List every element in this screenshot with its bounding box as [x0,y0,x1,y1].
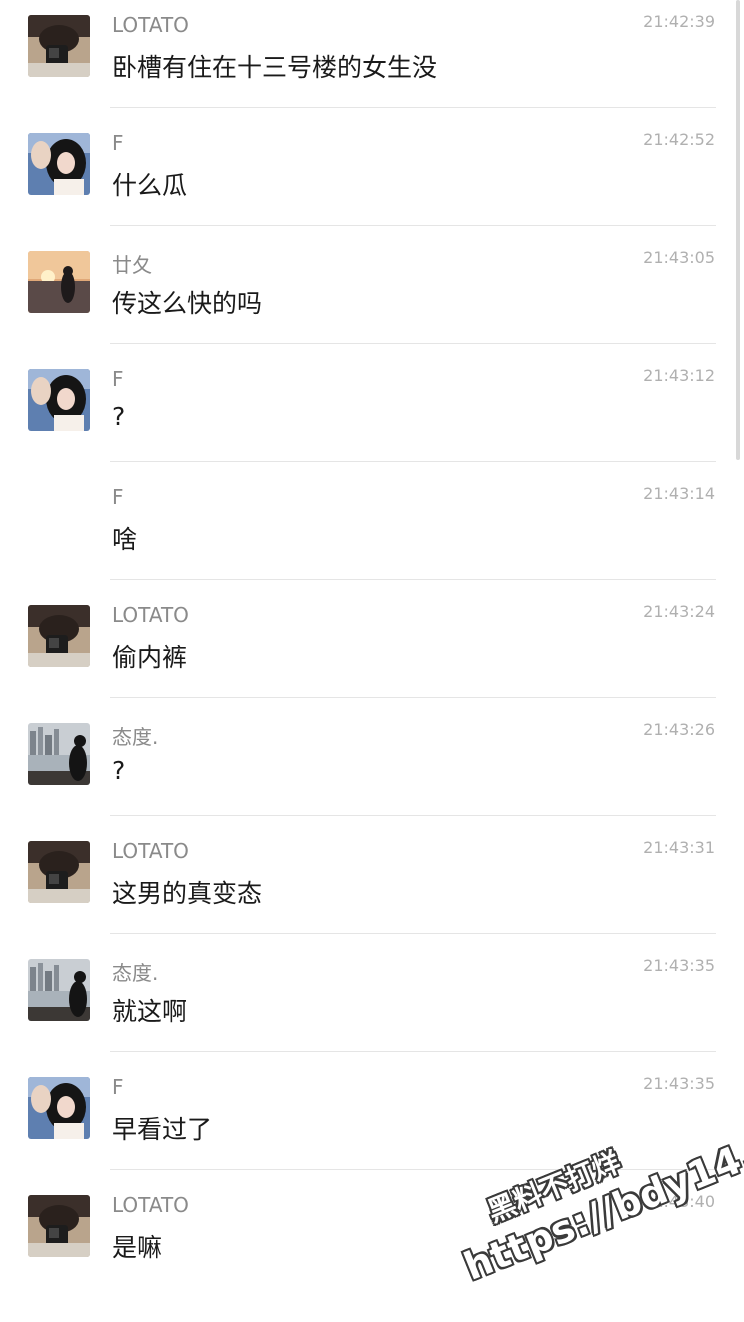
message-time: 21:43:35 [643,1074,715,1093]
message-row[interactable]: F 21:43:35 早看过了 [0,1062,744,1180]
message-row[interactable]: F 21:42:52 什么瓜 [0,118,744,236]
message-text: 早看过了 [112,1115,213,1144]
message-text: 啥 [112,525,138,554]
sender-name: LOTATO [112,839,189,863]
message-row[interactable]: LOTATO 21:42:39 卧槽有住在十三号楼的女生没 [0,0,744,118]
avatar-f[interactable] [28,369,90,431]
sender-name: 态度. [112,725,159,749]
message-row[interactable]: F 21:43:14 啥 [0,472,744,590]
message-row[interactable]: F 21:43:12 ? [0,354,744,472]
row-divider [110,579,716,580]
avatar-lotato[interactable] [28,605,90,667]
message-time: 21:43:05 [643,248,715,267]
row-divider [110,461,716,462]
row-divider [110,107,716,108]
avatar-f[interactable] [28,1077,90,1139]
message-time: 21:43:40 [643,1192,715,1211]
message-time: 21:43:14 [643,484,715,503]
message-text: 偷内裤 [112,643,188,672]
avatar-f[interactable] [28,133,90,195]
message-row[interactable]: 态度. 21:43:35 就这啊 [0,944,744,1062]
avatar-lotato[interactable] [28,841,90,903]
message-text: 传这么快的吗 [112,289,263,318]
message-row[interactable]: LOTATO 21:43:31 这男的真变态 [0,826,744,944]
message-time: 21:43:31 [643,838,715,857]
row-divider [110,815,716,816]
message-row[interactable]: 廿夂 21:43:05 传这么快的吗 [0,236,744,354]
avatar-sunset[interactable] [28,251,90,313]
message-text: 是嘛 [112,1233,163,1262]
sender-name: LOTATO [112,603,189,627]
sender-name: 态度. [112,961,159,985]
message-text: 就这啊 [112,997,188,1026]
message-row[interactable]: LOTATO 21:43:24 偷内裤 [0,590,744,708]
message-text: 这男的真变态 [112,879,263,908]
scrollbar[interactable] [736,0,740,460]
message-row[interactable]: 态度. 21:43:26 ? [0,708,744,826]
message-time: 21:43:26 [643,720,715,739]
message-time: 21:43:24 [643,602,715,621]
sender-name: LOTATO [112,13,189,37]
sender-name: F [112,131,124,155]
sender-name: F [112,485,124,509]
chat-history-list: LOTATO 21:42:39 卧槽有住在十三号楼的女生没 F 21:42:52… [0,0,744,1280]
message-row[interactable]: LOTATO 21:43:40 是嘛 [0,1180,744,1280]
avatar-lotato[interactable] [28,15,90,77]
row-divider [110,933,716,934]
message-time: 21:42:52 [643,130,715,149]
row-divider [110,697,716,698]
row-divider [110,1051,716,1052]
avatar-city[interactable] [28,959,90,1021]
sender-name: 廿夂 [112,253,152,277]
message-time: 21:42:39 [643,12,715,31]
sender-name: LOTATO [112,1193,189,1217]
message-text: 什么瓜 [112,171,188,200]
message-text: ? [112,756,126,785]
message-time: 21:43:12 [643,366,715,385]
message-text: ? [112,402,126,431]
row-divider [110,1169,716,1170]
message-time: 21:43:35 [643,956,715,975]
avatar-lotato[interactable] [28,1195,90,1257]
avatar-city[interactable] [28,723,90,785]
message-text: 卧槽有住在十三号楼的女生没 [112,53,438,82]
sender-name: F [112,367,124,391]
row-divider [110,225,716,226]
sender-name: F [112,1075,124,1099]
row-divider [110,343,716,344]
